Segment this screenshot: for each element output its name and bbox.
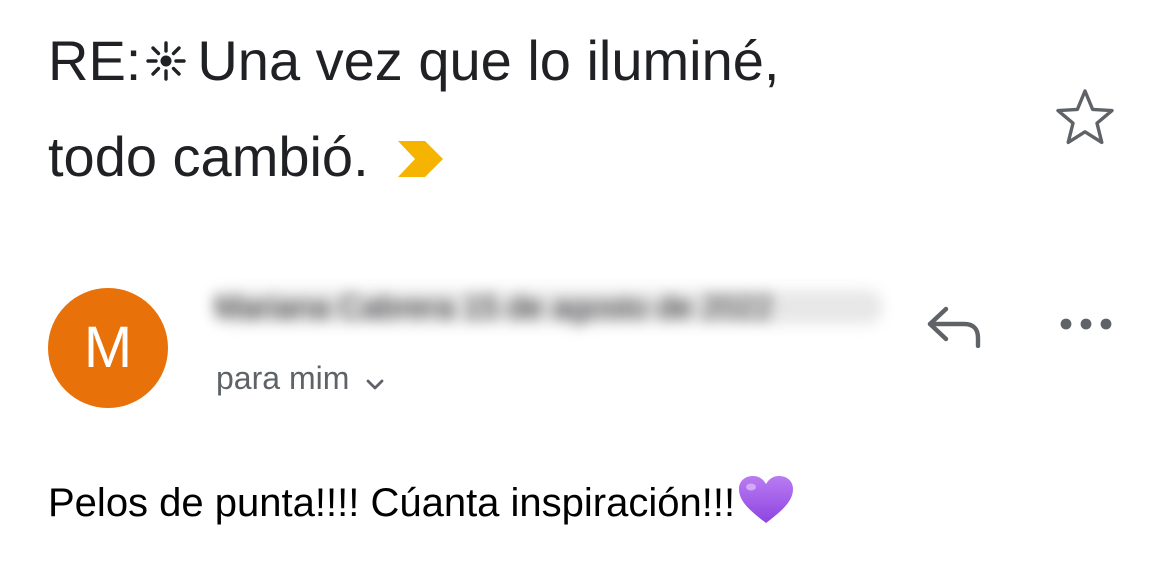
recipient-toggle[interactable]: para mim — [216, 356, 385, 403]
email-body: Pelos de punta!!!! Cúanta inspiración!!! — [48, 474, 795, 539]
subject-line-1: Una vez que lo iluminé, — [197, 29, 780, 92]
chevron-down-icon — [365, 359, 385, 403]
reply-button[interactable] — [924, 302, 986, 349]
sparkle-icon — [145, 16, 187, 110]
email-subject: RE: Una vez que lo iluminé, todo cambió. — [48, 14, 1028, 208]
sender-line[interactable]: Mariana Cabrera 15 de agosto de 2022 — [214, 290, 882, 324]
star-icon[interactable] — [1054, 86, 1116, 148]
more-options-button[interactable] — [1058, 314, 1114, 334]
subject-line-2: todo cambió. — [48, 125, 369, 188]
purple-heart-icon — [737, 474, 795, 539]
avatar[interactable]: M — [48, 288, 168, 408]
more-horizontal-icon — [1060, 318, 1112, 330]
reply-icon — [927, 306, 981, 349]
email-body-text: Pelos de punta!!!! Cúanta inspiración!!! — [48, 481, 736, 525]
importance-marker-icon[interactable] — [395, 114, 447, 208]
subject-prefix: RE: — [48, 29, 142, 92]
recipient-label: para mim — [216, 360, 350, 396]
